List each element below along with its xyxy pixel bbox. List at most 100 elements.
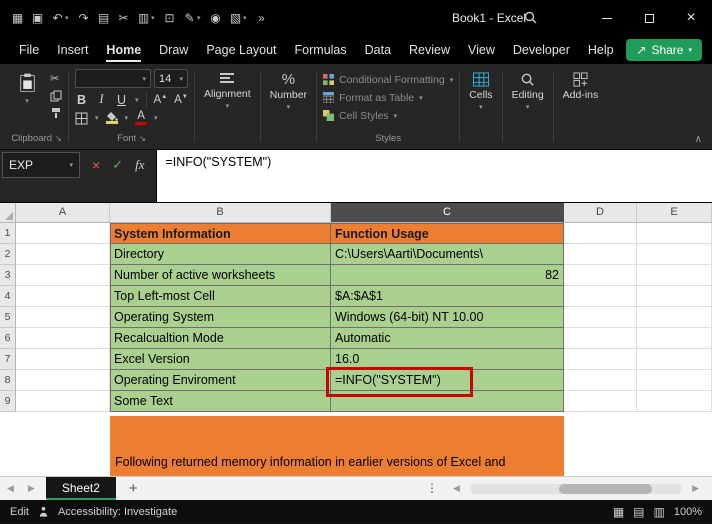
row-header-9[interactable]: 9 [0,391,16,412]
cell-E6[interactable] [637,328,712,349]
search-icon[interactable] [524,11,537,24]
insert-function-icon[interactable]: fx [135,157,144,173]
new-sheet-button[interactable]: + [116,480,151,497]
cell-D5[interactable] [564,307,637,328]
column-header-A[interactable]: A [16,203,110,223]
cell-B7[interactable]: Excel Version [110,349,331,370]
column-header-C[interactable]: C [331,203,564,223]
horizontal-scrollbar[interactable]: ◀ ▶ [446,483,712,494]
cell-B6[interactable]: Recalcualtion Mode [110,328,331,349]
formula-input[interactable]: =INFO("SYSTEM") [156,150,712,202]
cell-B2[interactable]: Directory [110,244,331,265]
row-header-7[interactable]: 7 [0,349,16,370]
cell-C9[interactable] [331,391,564,412]
fill-color-caret-icon[interactable]: ▾ [125,114,129,122]
share-button[interactable]: ↗ Share ▾ [626,39,702,61]
cell-B5[interactable]: Operating System [110,307,331,328]
cancel-icon[interactable]: × [92,157,100,173]
merged-banner-cell[interactable]: Following returned memory information in… [110,412,564,476]
cell-B9[interactable]: Some Text [110,391,331,412]
cell-D1[interactable] [564,223,637,244]
font-color-caret-icon[interactable]: ▾ [154,114,158,122]
cut-button[interactable]: ✂ [50,72,62,85]
scroll-left-icon[interactable]: ◀ [446,483,467,494]
tab-developer[interactable]: Developer [504,37,579,63]
select-all-corner[interactable] [0,203,16,223]
clipboard-dialog-launcher-icon[interactable]: ↘ [55,134,62,143]
cell-A8[interactable] [16,370,110,391]
print-icon[interactable]: ⊡ [160,6,179,30]
cell-E9[interactable] [637,391,712,412]
save-icon[interactable]: ▣ [28,6,47,30]
number-group-button[interactable]: % Number ▾ [262,67,315,147]
cell-A5[interactable] [16,307,110,328]
paste-caret-icon[interactable]: ▾ [25,97,29,105]
undo-caret-icon[interactable]: ▾ [65,14,73,22]
bold-button[interactable]: B [75,93,88,107]
sheet-nav-left-icon[interactable]: ◀ [0,483,21,494]
column-header-B[interactable]: B [110,203,331,223]
tab-bar-more-icon[interactable]: ⋮ [426,481,438,495]
conditional-formatting-button[interactable]: Conditional Formatting ▾ [323,72,453,87]
tab-review[interactable]: Review [400,37,459,63]
painter-caret-icon[interactable]: ▾ [197,14,205,22]
cell-E1[interactable] [637,223,712,244]
page-layout-view-icon[interactable]: ▤ [633,505,644,519]
cell-A3[interactable] [16,265,110,286]
cell-D3[interactable] [564,265,637,286]
accessibility-status[interactable]: Accessibility: Investigate [58,506,177,518]
cell-C4[interactable]: $A:$A$1 [331,286,564,307]
cell-A6[interactable] [16,328,110,349]
font-name-combo[interactable]: ▾ [75,69,151,88]
cell-A1[interactable] [16,223,110,244]
cell-A2[interactable] [16,244,110,265]
decrease-font-size-button[interactable]: A▼ [174,94,188,106]
tab-data[interactable]: Data [356,37,400,63]
cell-C1[interactable]: Function Usage [331,223,564,244]
collapse-ribbon-icon[interactable]: ∧ [695,134,702,145]
scroll-right-icon[interactable]: ▶ [685,483,706,494]
row-header-6[interactable]: 6 [0,328,16,349]
column-header-E[interactable]: E [637,203,712,223]
tab-page-layout[interactable]: Page Layout [197,37,285,63]
row-header-2[interactable]: 2 [0,244,16,265]
tab-view[interactable]: View [459,37,504,63]
tab-file[interactable]: File [10,37,48,63]
name-box[interactable]: EXP ▾ [2,152,80,178]
page-break-preview-icon[interactable]: ▥ [654,505,665,519]
close-button[interactable]: × [670,0,712,36]
cell-B4[interactable]: Top Left-most Cell [110,286,331,307]
format-as-table-button[interactable]: Format as Table ▾ [323,90,453,105]
app-icon[interactable]: ▦ [8,6,27,30]
tab-help[interactable]: Help [579,37,623,63]
tab-home[interactable]: Home [97,37,150,63]
enter-icon[interactable]: ✓ [112,157,123,173]
cell-C3[interactable]: 82 [331,265,564,286]
cell-D2[interactable] [564,244,637,265]
cell-C5[interactable]: Windows (64-bit) NT 10.00 [331,307,564,328]
cell-E4[interactable] [637,286,712,307]
fill-color-button[interactable] [105,112,118,124]
editing-group-button[interactable]: Editing ▾ [504,67,552,147]
maximize-button[interactable] [628,0,670,36]
row-header-4[interactable]: 4 [0,286,16,307]
tab-draw[interactable]: Draw [150,37,197,63]
increase-font-size-button[interactable]: A▲ [154,94,168,106]
row-header-8[interactable]: 8 [0,370,16,391]
copy-button[interactable] [50,89,62,102]
sheet-nav-right-icon[interactable]: ▶ [21,483,42,494]
row-header-3[interactable]: 3 [0,265,16,286]
scrollbar-track[interactable] [469,483,683,494]
cell-C8-active[interactable]: =INFO("SYSTEM") [331,370,564,391]
cell-E3[interactable] [637,265,712,286]
italic-button[interactable]: I [95,92,108,107]
camera-icon[interactable]: ◉ [206,6,225,30]
cell-B1[interactable]: System Information [110,223,331,244]
cell-B8[interactable]: Operating Enviroment [110,370,331,391]
scrollbar-thumb[interactable] [559,483,653,494]
tab-formulas[interactable]: Formulas [286,37,356,63]
cell-A4[interactable] [16,286,110,307]
zoom-level[interactable]: 100% [674,506,702,518]
redo-icon[interactable]: ↷ [74,6,93,30]
cell-E2[interactable] [637,244,712,265]
